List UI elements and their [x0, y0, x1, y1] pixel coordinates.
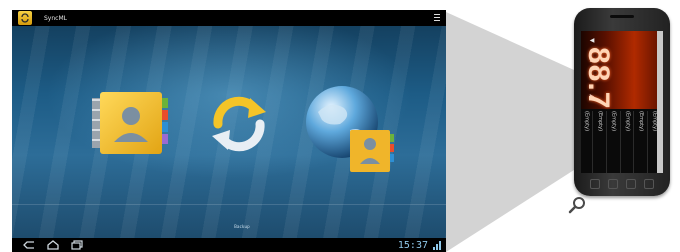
frequency-readout: 88.7 — [582, 47, 615, 110]
radio-display: ◀ ▲ ▼ ▶ 88.7 — [581, 31, 663, 109]
preset-label: (Empty) — [596, 111, 603, 132]
preset-label: (Empty) — [610, 111, 617, 132]
phone-menu-button[interactable] — [644, 179, 654, 189]
preset-list: (Empty) (Empty) (Empty) (Empty) (Empty) … — [581, 111, 663, 173]
prev-icon[interactable]: ◀ — [588, 37, 596, 45]
phone-screen: ◀ ▲ ▼ ▶ 88.7 (Empty) (Empty) (Empty) (Em… — [581, 31, 663, 173]
preset-item[interactable]: (Empty) — [582, 111, 594, 173]
phone-home-button[interactable] — [608, 179, 618, 189]
preset-label: (Empty) — [583, 111, 590, 132]
side-strip — [657, 31, 663, 173]
preset-item[interactable]: (Empty) — [623, 111, 635, 173]
preset-label: (Empty) — [637, 111, 644, 132]
phone-speaker — [610, 15, 634, 18]
preset-label: (Empty) — [624, 111, 631, 132]
phone-hardware-buttons — [590, 178, 654, 190]
preset-item[interactable]: (Empty) — [610, 111, 621, 173]
preset-item[interactable]: (Empty) — [596, 111, 607, 173]
magnifier-icon[interactable] — [568, 196, 586, 214]
phone-search-button[interactable] — [626, 179, 636, 189]
phone-device: ◀ ▲ ▼ ▶ 88.7 (Empty) (Empty) (Empty) (Em… — [574, 8, 670, 196]
phone-back-button[interactable] — [590, 179, 600, 189]
preset-item[interactable]: (Empty) — [637, 111, 648, 173]
